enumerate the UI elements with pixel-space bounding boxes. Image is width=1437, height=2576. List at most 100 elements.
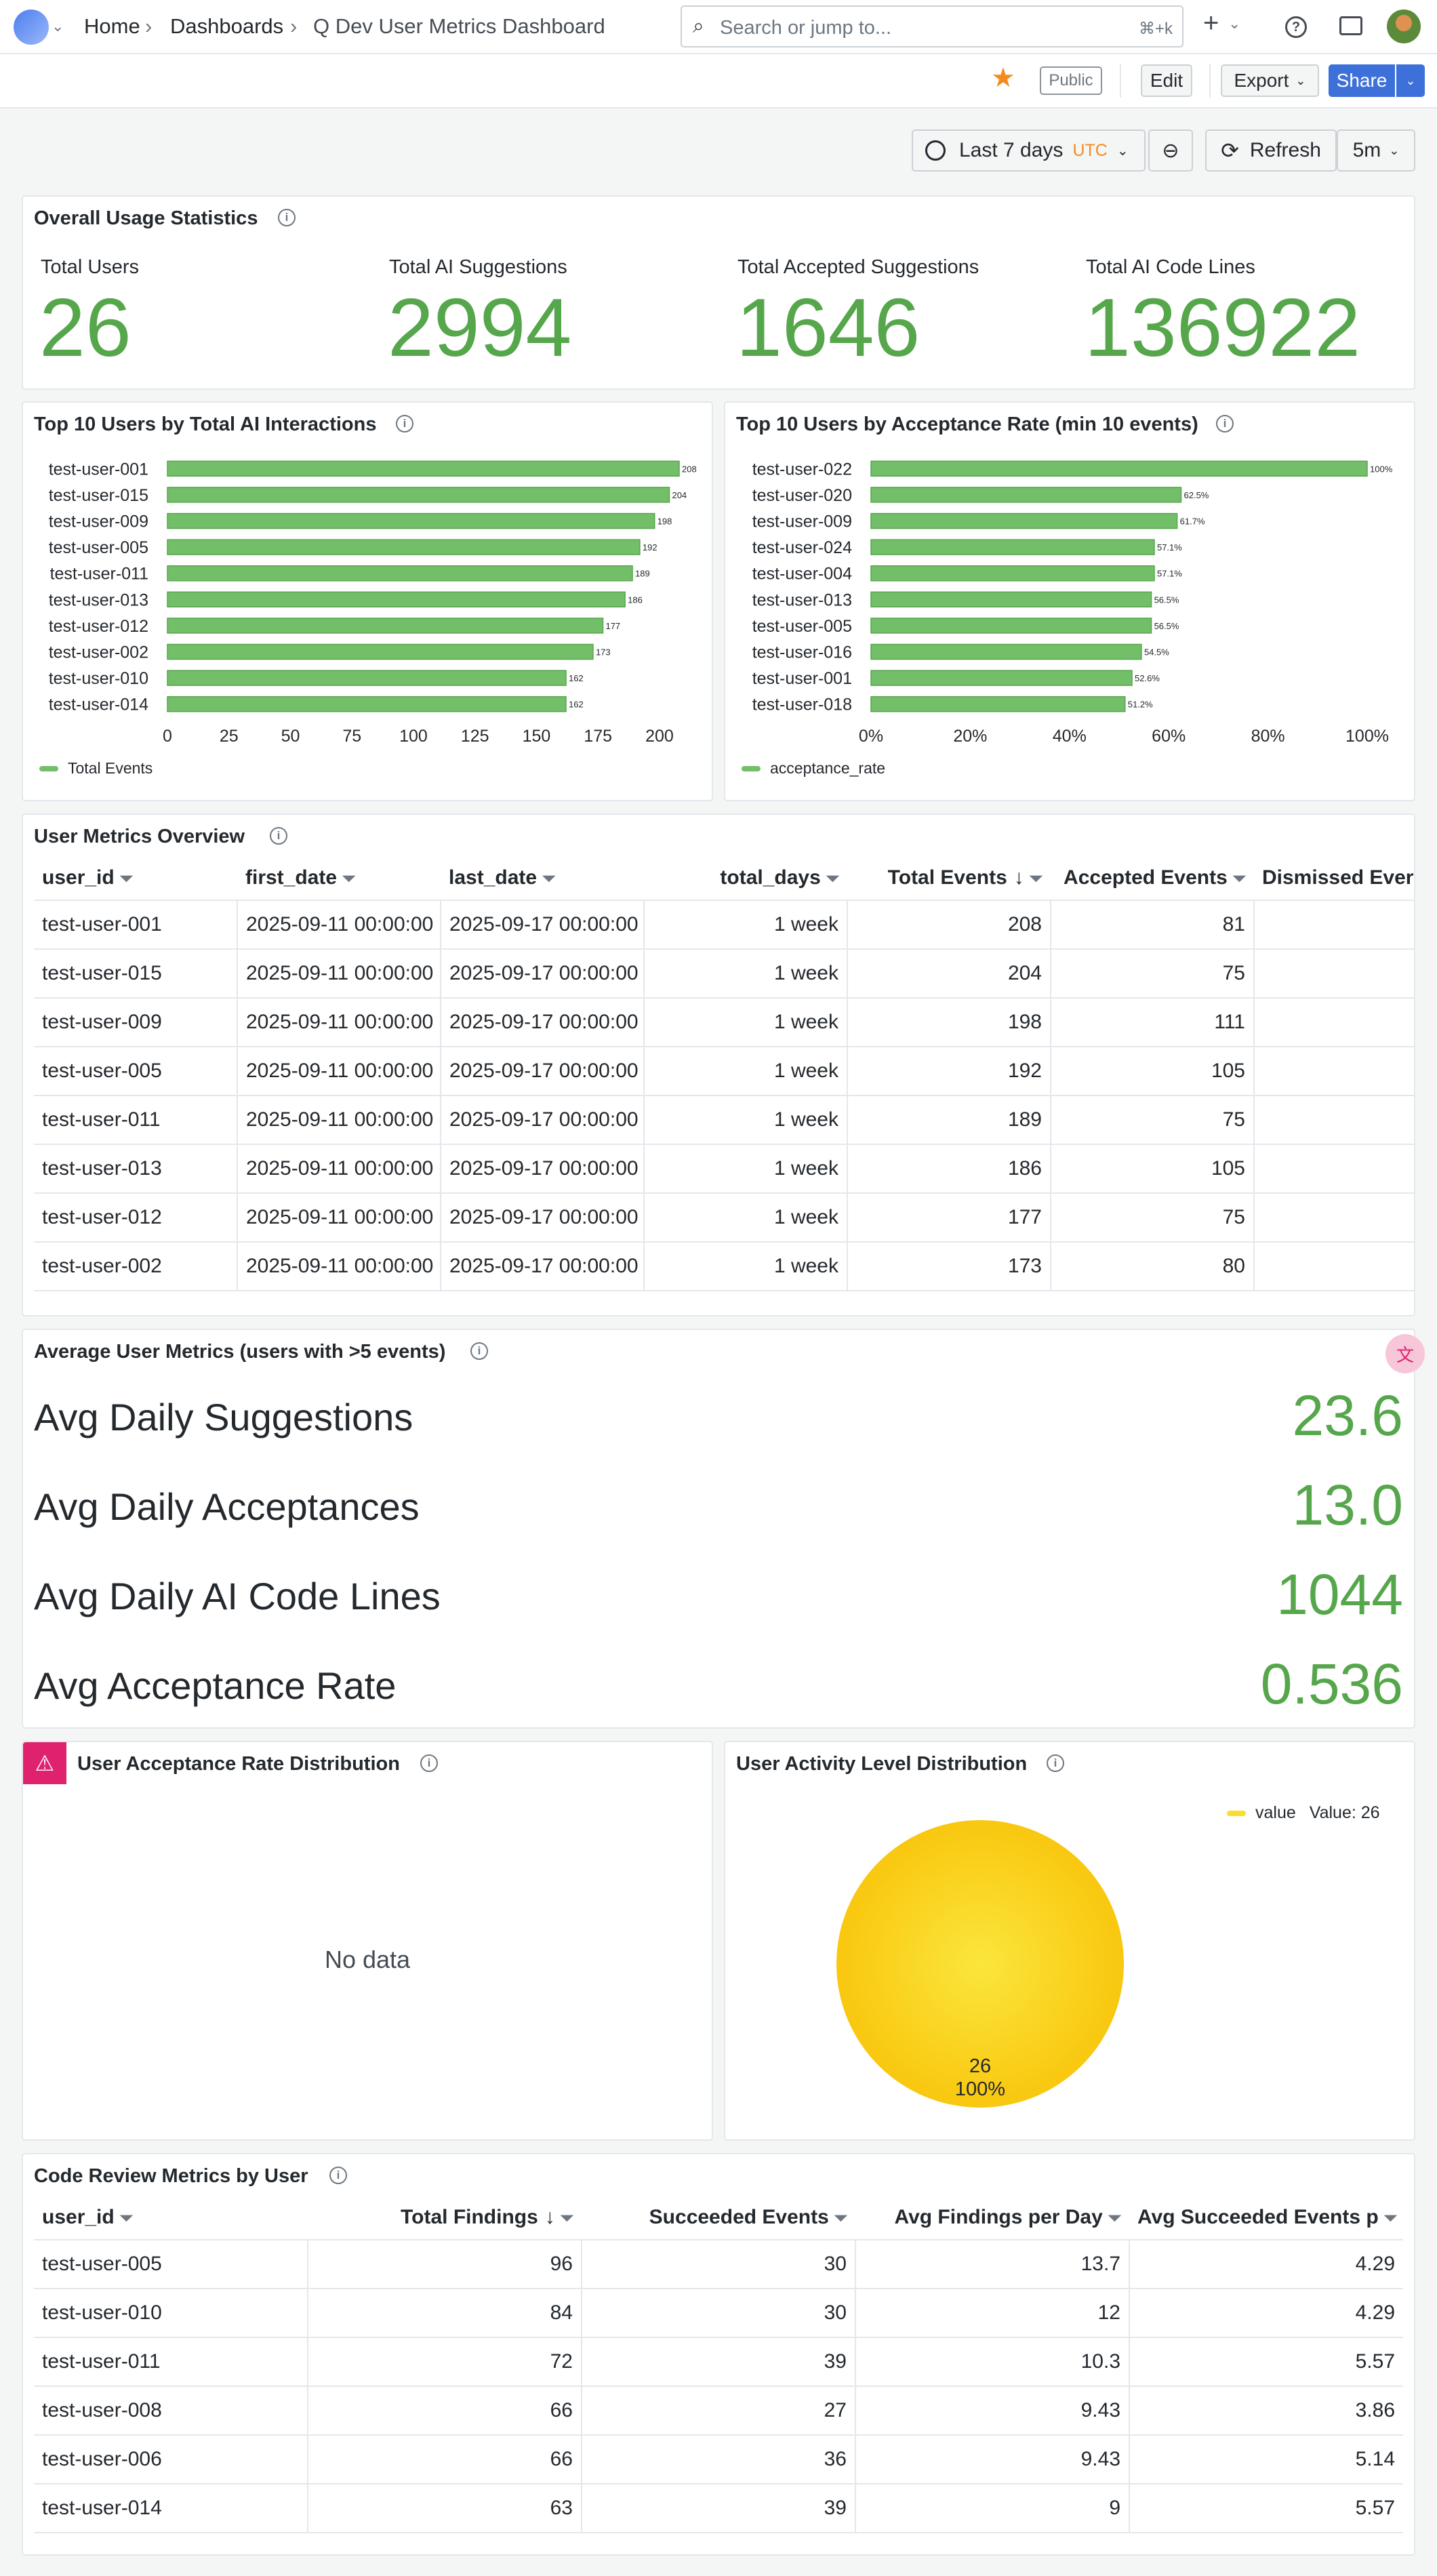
info-icon[interactable]: i [329,2167,347,2184]
edit-button[interactable]: Edit [1141,64,1192,97]
export-button[interactable]: Export ⌄ [1221,64,1319,97]
column-header[interactable]: Total Findings ↓ ⏷ [308,2195,582,2240]
table-row[interactable]: test-user-006 66 36 9.43 5.14 [34,2435,1403,2484]
refresh-button[interactable]: ⟳ Refresh [1205,129,1337,172]
table-cell: 80 [1050,1242,1254,1291]
bar[interactable] [870,670,1133,686]
table-row[interactable]: test-user-010 84 30 12 4.29 [34,2289,1403,2338]
table-cell: 12 [855,2289,1129,2338]
column-header[interactable]: Total Events ↓ ⏷ [847,856,1051,901]
column-header[interactable]: last_date ⏷ [441,856,644,901]
table-row[interactable]: test-user-014 63 39 9 5.57 [34,2484,1403,2533]
column-header[interactable]: user_id ⏷ [34,2195,308,2240]
bar[interactable] [167,539,641,555]
category-label: test-user-013 [752,590,852,609]
column-header[interactable]: user_id ⏷ [34,856,237,901]
share-button[interactable]: Share [1329,64,1395,97]
column-header[interactable]: Avg Succeeded Events p ⏷ [1129,2195,1403,2240]
table-row[interactable]: test-user-011 72 39 10.3 5.57 [34,2337,1403,2387]
help-icon[interactable]: ? [1285,16,1307,38]
search-input[interactable]: ⌕ Search or jump to... ⌘+k [681,5,1183,47]
bar[interactable] [167,643,594,660]
table-cell: 189 [847,1095,1051,1145]
bar[interactable] [870,696,1126,712]
breadcrumb-home[interactable]: Home [84,14,140,39]
share-dropdown-button[interactable]: ⌄ [1396,64,1425,97]
bar[interactable] [870,591,1152,608]
table-cell: 2025-09-11 00:00:00 [237,998,441,1047]
tick-label: 50 [281,727,300,746]
column-header[interactable]: first_date ⏷ [237,856,441,901]
table-cell: 2025-09-11 00:00:00 [237,949,441,999]
table-row[interactable]: test-user-015 2025-09-11 00:00:00 2025-09-… [34,949,1414,999]
refresh-interval-picker[interactable]: 5m ⌄ [1337,129,1415,172]
table-row[interactable]: test-user-005 96 30 13.7 4.29 [34,2240,1403,2289]
info-icon[interactable]: i [1216,415,1234,432]
zoom-out-button[interactable]: ⊖ [1148,129,1193,172]
bar[interactable] [870,565,1155,582]
bar[interactable] [870,643,1142,660]
legend-item[interactable]: acceptance_rate [742,759,885,778]
chevron-down-icon[interactable]: ⌄ [1228,15,1240,33]
filter-icon[interactable]: ⏷ [561,2209,573,2228]
bar[interactable] [167,670,567,686]
legend-item[interactable]: value Value: 26 [1227,1803,1380,1823]
filter-icon[interactable]: ⏷ [120,2209,133,2228]
info-icon[interactable]: i [420,1754,438,1772]
column-header[interactable]: total_days ⏷ [644,856,847,901]
info-icon[interactable]: i [278,209,296,226]
info-icon[interactable]: i [396,415,413,432]
table-row[interactable]: test-user-008 66 27 9.43 3.86 [34,2386,1403,2436]
bar[interactable] [870,460,1368,477]
filter-icon[interactable]: ⏷ [834,2209,847,2228]
bar[interactable] [167,618,604,634]
column-header[interactable]: Succeeded Events ⏷ [582,2195,855,2240]
bar[interactable] [870,487,1182,503]
info-icon[interactable]: i [470,1342,488,1360]
bar[interactable] [870,539,1155,555]
table-cell: 66 [307,2386,582,2436]
filter-icon[interactable]: ⏷ [542,870,555,889]
table-row[interactable]: test-user-002 2025-09-11 00:00:00 2025-09-… [34,1242,1414,1291]
legend-item[interactable]: Total Events [39,759,153,778]
grafana-logo-icon[interactable] [14,9,49,45]
filter-icon[interactable]: ⏷ [1108,2209,1121,2228]
table-row[interactable]: test-user-009 2025-09-11 00:00:00 2025-09-… [34,998,1414,1047]
filter-icon[interactable]: ⏷ [342,870,355,889]
warning-icon[interactable]: ⚠ [23,1742,66,1784]
filter-icon[interactable]: ⏷ [826,870,839,889]
bar[interactable] [167,460,680,477]
tick-label: 175 [584,727,612,746]
bar[interactable] [167,591,626,608]
filter-icon[interactable]: ⏷ [1384,2209,1397,2228]
table-row[interactable]: test-user-005 2025-09-11 00:00:00 2025-09-… [34,1047,1414,1096]
bar[interactable] [167,512,655,529]
translate-icon[interactable]: 文 [1385,1334,1425,1373]
column-header[interactable]: Avg Findings per Day ⏷ [855,2195,1129,2240]
column-header[interactable]: Accepted Events ⏷ [1051,856,1254,901]
filter-icon[interactable]: ⏷ [1030,870,1043,889]
column-header[interactable]: Dismissed Ever [1254,856,1414,901]
bar[interactable] [870,618,1152,634]
filter-icon[interactable]: ⏷ [120,870,133,889]
star-icon[interactable]: ★ [991,64,1015,92]
table-row[interactable]: test-user-011 2025-09-11 00:00:00 2025-09-… [34,1095,1414,1145]
tv-icon[interactable] [1339,16,1362,35]
info-icon[interactable]: i [270,827,287,845]
bar[interactable] [167,696,567,712]
time-range-picker[interactable]: Last 7 days UTC ⌄ [912,129,1146,172]
table-row[interactable]: test-user-001 2025-09-11 00:00:00 2025-09-… [34,900,1414,950]
bar[interactable] [870,512,1178,529]
table-cell: 63 [307,2484,582,2533]
plus-icon[interactable]: + [1203,9,1219,37]
table-row[interactable]: test-user-013 2025-09-11 00:00:00 2025-09-… [34,1144,1414,1194]
breadcrumb-dashboards[interactable]: Dashboards [170,14,283,39]
avatar[interactable] [1387,9,1421,43]
filter-icon[interactable]: ⏷ [1233,870,1246,889]
bar[interactable] [167,487,670,503]
chevron-down-icon[interactable]: ⌄ [52,18,64,35]
table-row[interactable]: test-user-012 2025-09-11 00:00:00 2025-09-… [34,1193,1414,1243]
category-label: test-user-009 [752,512,852,531]
bar[interactable] [167,565,633,582]
info-icon[interactable]: i [1047,1754,1064,1772]
